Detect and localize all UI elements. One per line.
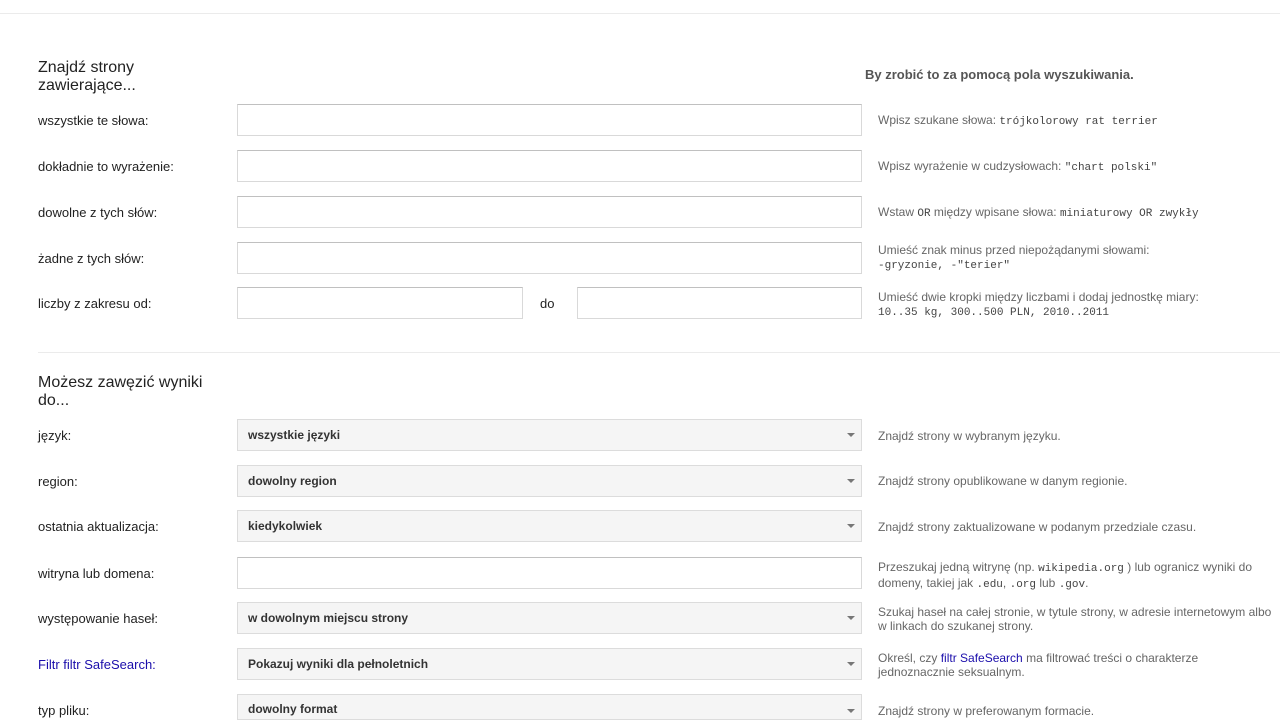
number-range-to-label: do: [540, 296, 555, 311]
none-words-input[interactable]: [237, 242, 862, 274]
safesearch-hint-link[interactable]: filtr SafeSearch: [941, 651, 1023, 665]
number-range-to-input[interactable]: [577, 287, 862, 319]
chevron-down-icon: [847, 479, 855, 483]
number-range-hint: Umieść dwie kropki między liczbami i dod…: [878, 290, 1199, 319]
site-domain-label: witryna lub domena:: [38, 566, 155, 581]
all-words-input[interactable]: [237, 104, 862, 136]
safesearch-select-value: Pokazuj wyniki dla pełnoletnich: [248, 657, 429, 671]
safesearch-select[interactable]: Pokazuj wyniki dla pełnoletnich: [237, 648, 862, 680]
term-occurrence-select[interactable]: w dowolnym miejscu strony: [237, 602, 862, 634]
safesearch-hint: Określ, czy filtr SafeSearch ma filtrowa…: [878, 651, 1199, 679]
top-divider: [0, 13, 1280, 14]
all-words-label: wszystkie te słowa:: [38, 113, 149, 128]
last-update-select[interactable]: kiedykolwiek: [237, 510, 862, 542]
file-type-label: typ pliku:: [38, 703, 90, 718]
exact-phrase-label: dokładnie to wyrażenie:: [38, 159, 174, 174]
language-select-value: wszystkie języki: [248, 428, 341, 442]
search-box-hint-title: By zrobić to za pomocą pola wyszukiwania…: [865, 67, 1134, 82]
language-select[interactable]: wszystkie języki: [237, 419, 862, 451]
safesearch-label: Filtr filtr SafeSearch:: [38, 657, 156, 672]
exact-phrase-hint: Wpisz wyrażenie w cudzysłowach: "chart p…: [878, 159, 1158, 174]
file-type-hint: Znajdź strony w preferowanym formacie.: [878, 704, 1095, 718]
any-words-input[interactable]: [237, 196, 862, 228]
number-range-from-input[interactable]: [237, 287, 523, 319]
term-occurrence-hint: Szukaj haseł na całej stronie, w tytule …: [878, 605, 1272, 633]
chevron-down-icon: [847, 524, 855, 528]
last-update-hint: Znajdź strony zaktualizowane w podanym p…: [878, 520, 1197, 534]
number-range-label: liczby z zakresu od:: [38, 296, 152, 311]
region-select-value: dowolny region: [248, 474, 337, 488]
site-domain-input[interactable]: [237, 557, 862, 589]
file-type-select-value: dowolny format: [248, 702, 338, 716]
safesearch-label-link[interactable]: filtr SafeSearch: [63, 657, 152, 672]
section-divider: [38, 352, 1280, 353]
site-domain-hint: Przeszukaj jedną witrynę (np. wikipedia.…: [878, 560, 1252, 591]
last-update-label: ostatnia aktualizacja:: [38, 519, 159, 534]
none-words-label: żadne z tych słów:: [38, 251, 145, 266]
term-occurrence-select-value: w dowolnym miejscu strony: [248, 611, 409, 625]
chevron-down-icon: [847, 662, 855, 666]
last-update-select-value: kiedykolwiek: [248, 519, 323, 533]
file-type-select[interactable]: dowolny format: [237, 694, 862, 720]
all-words-hint: Wpisz szukane słowa: trójkolorowy rat te…: [878, 113, 1158, 128]
region-select[interactable]: dowolny region: [237, 465, 862, 497]
language-hint: Znajdź strony w wybranym języku.: [878, 429, 1061, 443]
none-words-hint: Umieść znak minus przed niepożądanymi sł…: [878, 243, 1150, 272]
language-label: język:: [38, 428, 72, 443]
section-title-narrow: Możesz zawęzić wyniki do...: [38, 374, 203, 409]
chevron-down-icon: [847, 433, 855, 437]
term-occurrence-label: występowanie haseł:: [38, 611, 158, 626]
exact-phrase-input[interactable]: [237, 150, 862, 182]
any-words-hint: Wstaw OR między wpisane słowa: miniaturo…: [878, 205, 1199, 220]
chevron-down-icon: [847, 709, 855, 713]
chevron-down-icon: [847, 616, 855, 620]
region-label: region:: [38, 474, 78, 489]
section-title-find: Znajdź strony zawierające...: [38, 59, 136, 94]
region-hint: Znajdź strony opublikowane w danym regio…: [878, 474, 1128, 488]
any-words-label: dowolne z tych słów:: [38, 205, 158, 220]
